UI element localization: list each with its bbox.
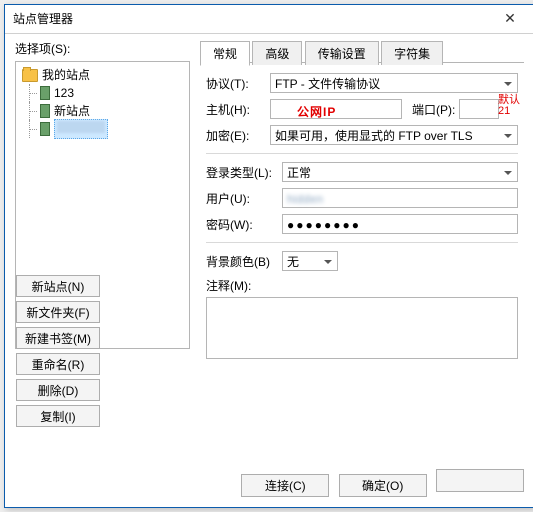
select-entry-label: 选择项(S): (15, 40, 190, 57)
bgcolor-label: 背景颜色(B) (206, 253, 282, 270)
password-input[interactable]: ●●●●●●●● (282, 214, 518, 234)
tree-item[interactable]: 123 (18, 84, 187, 102)
new-folder-button[interactable]: 新文件夹(F) (16, 301, 100, 323)
encryption-select[interactable]: 如果可用，使用显式的 FTP over TLS (270, 125, 518, 145)
port-input[interactable] (459, 99, 499, 119)
logon-type-select[interactable]: 正常 (282, 162, 518, 182)
server-icon (40, 122, 50, 136)
copy-button[interactable]: 复制(I) (16, 405, 100, 427)
comment-label: 注释(M): (206, 277, 518, 294)
site-buttons: 新站点(N) 新文件夹(F) 新建书签(M) 重命名(R) 删除(D) 复制(I… (15, 273, 190, 429)
tab-bar: 常规 高级 传输设置 字符集 (200, 40, 524, 63)
tab-advanced[interactable]: 高级 (252, 41, 302, 65)
close-icon[interactable]: ✕ (494, 9, 526, 29)
tree-item[interactable]: 新站点 (18, 102, 187, 120)
tree-item-label: 新站点 (54, 102, 90, 120)
left-pane: 选择项(S): 我的站点 123 新站点 (15, 40, 190, 429)
delete-button[interactable]: 删除(D) (16, 379, 100, 401)
tab-transfer[interactable]: 传输设置 (305, 41, 379, 65)
tree-item-selected[interactable] (18, 120, 187, 138)
server-icon (40, 104, 50, 118)
tree-item-label-blurred (57, 121, 105, 133)
tree-root-label: 我的站点 (42, 66, 90, 84)
new-bookmark-button[interactable]: 新建书签(M) (16, 327, 100, 349)
user-input[interactable]: hidden (282, 188, 518, 208)
tab-general[interactable]: 常规 (200, 41, 250, 66)
host-overlay: 公网IP (297, 102, 336, 122)
folder-icon (22, 69, 38, 82)
encryption-label: 加密(E): (206, 127, 270, 144)
tree-root[interactable]: 我的站点 (18, 66, 187, 84)
host-input[interactable]: 公网IP (270, 99, 402, 119)
ok-button[interactable]: 确定(O) (339, 474, 427, 497)
comment-textarea[interactable] (206, 297, 518, 359)
right-pane: 常规 高级 传输设置 字符集 协议(T): FTP - 文件传输协议 主机(H)… (200, 40, 524, 461)
port-annotation: 默认21 (498, 95, 520, 117)
server-icon (40, 86, 50, 100)
bgcolor-select[interactable]: 无 (282, 251, 338, 271)
connect-button[interactable]: 连接(C) (241, 474, 329, 497)
cancel-button[interactable] (436, 469, 524, 492)
port-label: 端口(P): (412, 101, 455, 118)
protocol-label: 协议(T): (206, 75, 270, 92)
password-label: 密码(W): (206, 216, 282, 233)
tree-item-label: 123 (54, 84, 74, 102)
rename-button[interactable]: 重命名(R) (16, 353, 100, 375)
new-site-button[interactable]: 新站点(N) (16, 275, 100, 297)
divider (206, 153, 518, 154)
logon-type-label: 登录类型(L): (206, 164, 282, 181)
site-manager-window: 站点管理器 ✕ 选择项(S): 我的站点 123 新站点 (4, 4, 533, 508)
host-label: 主机(H): (206, 101, 270, 118)
tab-general-page: 协议(T): FTP - 文件传输协议 主机(H): 公网IP 端口(P): 默… (200, 63, 524, 359)
divider (206, 242, 518, 243)
protocol-select[interactable]: FTP - 文件传输协议 (270, 73, 518, 93)
titlebar: 站点管理器 ✕ (5, 5, 533, 34)
tab-charset[interactable]: 字符集 (381, 41, 443, 65)
dialog-footer: 连接(C) 确定(O) (235, 469, 524, 497)
window-title: 站点管理器 (13, 5, 73, 33)
user-label: 用户(U): (206, 190, 282, 207)
